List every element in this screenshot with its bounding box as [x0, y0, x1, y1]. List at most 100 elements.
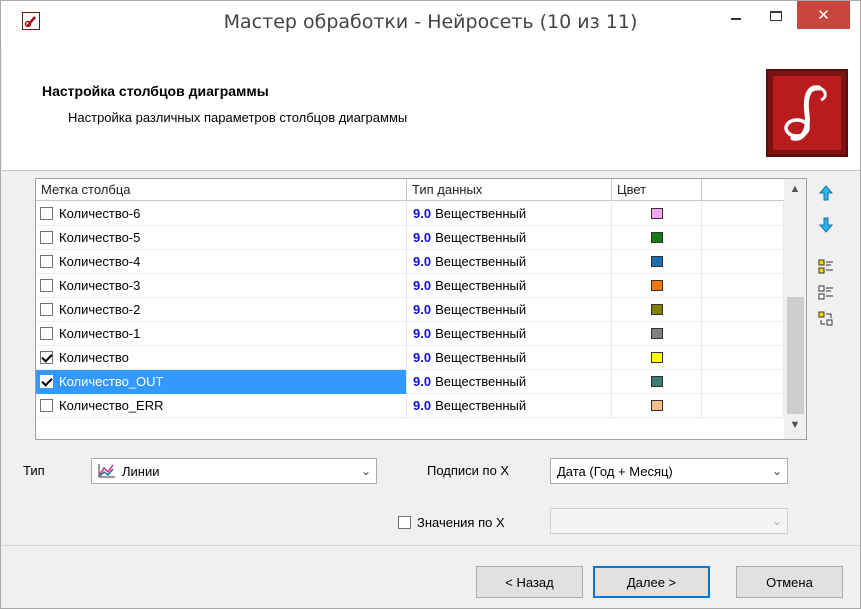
row-type-cell[interactable]: 9.0 Вещественный	[407, 345, 612, 370]
table-row[interactable]: Количество-5 9.0 Вещественный	[36, 225, 784, 250]
column-header-label[interactable]: Метка столбца	[36, 179, 407, 201]
scroll-thumb[interactable]	[787, 297, 804, 414]
swap-button[interactable]	[817, 310, 835, 328]
close-button[interactable]: ✕	[797, 1, 850, 29]
row-color-cell[interactable]	[612, 249, 702, 274]
scroll-up-arrow-icon[interactable]: ▲	[784, 183, 806, 199]
color-swatch[interactable]	[650, 376, 663, 387]
row-color-cell[interactable]	[612, 369, 702, 394]
row-label: Количество-4	[59, 254, 141, 269]
row-checkbox[interactable]	[40, 303, 53, 316]
row-type-cell[interactable]: 9.0 Вещественный	[407, 201, 612, 226]
x-values-checkbox-row[interactable]: Значения по X	[398, 515, 505, 530]
row-checkbox[interactable]	[40, 207, 53, 220]
row-label-cell[interactable]: Количество_OUT	[36, 369, 407, 394]
x-labels-select[interactable]: Дата (Год + Месяц) ⌄	[550, 458, 788, 484]
cancel-button[interactable]: Отмена	[736, 566, 843, 598]
row-color-cell[interactable]	[612, 393, 702, 418]
row-type-cell[interactable]: 9.0 Вещественный	[407, 249, 612, 274]
row-checkbox[interactable]	[40, 255, 53, 268]
row-checkbox[interactable]	[40, 327, 53, 340]
row-type-cell[interactable]: 9.0 Вещественный	[407, 393, 612, 418]
color-swatch[interactable]	[650, 400, 663, 411]
row-type-cell[interactable]: 9.0 Вещественный	[407, 321, 612, 346]
color-swatch[interactable]	[650, 256, 663, 267]
row-color-cell[interactable]	[612, 201, 702, 226]
type-code: 9.0	[413, 326, 432, 341]
row-empty-cell	[702, 345, 784, 370]
columns-table[interactable]: Метка столбца Тип данных Цвет Количество…	[35, 178, 807, 440]
wizard-window: Мастер обработки - Нейросеть (10 из 11) …	[0, 0, 861, 609]
close-icon: ✕	[817, 6, 830, 24]
row-empty-cell	[702, 249, 784, 274]
x-values-label: Значения по X	[417, 515, 505, 530]
row-label-cell[interactable]: Количество_ERR	[36, 393, 407, 418]
uncheck-all-button[interactable]	[817, 284, 835, 302]
x-values-select[interactable]: ⌄	[550, 508, 788, 534]
column-header-empty	[702, 179, 784, 201]
type-name: Вещественный	[435, 278, 527, 293]
row-empty-cell	[702, 225, 784, 250]
row-type-cell[interactable]: 9.0 Вещественный	[407, 369, 612, 394]
row-label-cell[interactable]: Количество-5	[36, 225, 407, 250]
row-label-cell[interactable]: Количество-3	[36, 273, 407, 298]
row-label-cell[interactable]: Количество-2	[36, 297, 407, 322]
table-row[interactable]: Количество-3 9.0 Вещественный	[36, 273, 784, 298]
type-name: Вещественный	[435, 230, 527, 245]
row-color-cell[interactable]	[612, 225, 702, 250]
page-subtitle: Настройка различных параметров столбцов …	[68, 110, 408, 125]
footer-divider	[2, 545, 860, 546]
color-swatch[interactable]	[650, 304, 663, 315]
table-row[interactable]: Количество-1 9.0 Вещественный	[36, 321, 784, 346]
scroll-down-arrow-icon[interactable]: ▼	[784, 419, 806, 435]
type-code: 9.0	[413, 302, 432, 317]
row-label-cell[interactable]: Количество-6	[36, 201, 407, 226]
row-color-cell[interactable]	[612, 321, 702, 346]
row-checkbox[interactable]	[40, 375, 53, 388]
move-up-button[interactable]	[817, 184, 835, 202]
table-row[interactable]: Количество_OUT 9.0 Вещественный	[36, 369, 784, 394]
color-swatch[interactable]	[650, 232, 663, 243]
move-up-icon	[819, 185, 833, 201]
row-checkbox[interactable]	[40, 279, 53, 292]
x-values-checkbox[interactable]	[398, 516, 411, 529]
type-name: Вещественный	[435, 302, 527, 317]
row-empty-cell	[702, 297, 784, 322]
color-swatch[interactable]	[650, 328, 663, 339]
table-row[interactable]: Количество-4 9.0 Вещественный	[36, 249, 784, 274]
row-label-cell[interactable]: Количество-4	[36, 249, 407, 274]
chart-type-select[interactable]: Линии ⌄	[91, 458, 377, 484]
row-type-cell[interactable]: 9.0 Вещественный	[407, 273, 612, 298]
row-color-cell[interactable]	[612, 345, 702, 370]
row-color-cell[interactable]	[612, 297, 702, 322]
row-type-cell[interactable]: 9.0 Вещественный	[407, 225, 612, 250]
column-header-type[interactable]: Тип данных	[407, 179, 612, 201]
row-checkbox[interactable]	[40, 351, 53, 364]
page-title: Настройка столбцов диаграммы	[42, 83, 269, 99]
table-row[interactable]: Количество 9.0 Вещественный	[36, 345, 784, 370]
maximize-button[interactable]	[753, 1, 799, 31]
row-label: Количество-3	[59, 278, 141, 293]
check-all-button[interactable]	[817, 258, 835, 276]
table-row[interactable]: Количество-6 9.0 Вещественный	[36, 201, 784, 226]
table-row[interactable]: Количество_ERR 9.0 Вещественный	[36, 393, 784, 418]
row-color-cell[interactable]	[612, 273, 702, 298]
type-name: Вещественный	[435, 326, 527, 341]
table-row[interactable]: Количество-2 9.0 Вещественный	[36, 297, 784, 322]
row-checkbox[interactable]	[40, 231, 53, 244]
row-checkbox[interactable]	[40, 399, 53, 412]
row-label-cell[interactable]: Количество	[36, 345, 407, 370]
wizard-header: Настройка столбцов диаграммы Настройка р…	[2, 47, 860, 171]
type-code: 9.0	[413, 230, 432, 245]
back-button[interactable]: < Назад	[476, 566, 583, 598]
move-down-button[interactable]	[817, 216, 835, 234]
row-empty-cell	[702, 273, 784, 298]
column-header-color[interactable]: Цвет	[612, 179, 702, 201]
row-label-cell[interactable]: Количество-1	[36, 321, 407, 346]
next-button[interactable]: Далее >	[593, 566, 710, 598]
vertical-scrollbar[interactable]: ▲ ▼	[784, 179, 806, 439]
color-swatch[interactable]	[650, 208, 663, 219]
color-swatch[interactable]	[650, 352, 663, 363]
row-type-cell[interactable]: 9.0 Вещественный	[407, 297, 612, 322]
color-swatch[interactable]	[650, 280, 663, 291]
